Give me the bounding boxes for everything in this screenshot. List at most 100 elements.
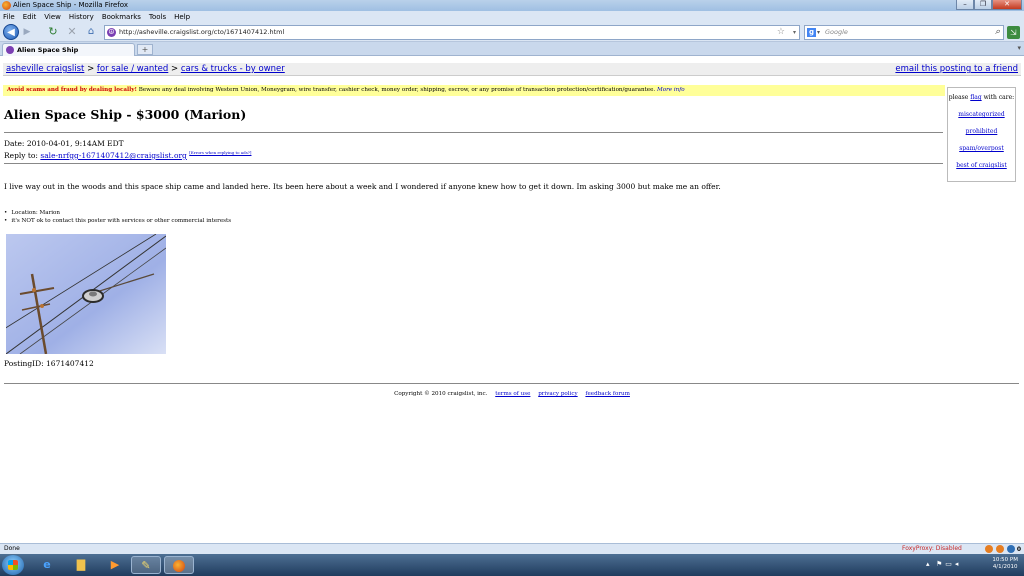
start-button[interactable] — [2, 555, 24, 575]
flag-best-of-link[interactable]: best of craigslist — [948, 162, 1015, 169]
breadcrumb-subcategory[interactable]: cars & trucks - by owner — [181, 64, 285, 74]
menu-tools[interactable]: Tools — [149, 13, 166, 21]
menu-file[interactable]: File — [3, 13, 15, 21]
address-bar[interactable]: ☮ http://asheville.craigslist.org/cto/16… — [104, 25, 800, 40]
search-icon[interactable]: ⌕ — [995, 26, 1000, 39]
flag-link[interactable]: flag — [970, 94, 981, 101]
taskbar-clock[interactable]: 10:50 PM 4/1/2010 — [992, 557, 1018, 571]
reply-label: Reply to: — [4, 151, 38, 160]
flag-box: please flag with care: miscategorized pr… — [947, 87, 1016, 182]
taskbar-ie-icon[interactable]: e — [32, 556, 62, 574]
flag-miscategorized-link[interactable]: miscategorized — [948, 111, 1015, 118]
scam-warning-headline: Avoid scams and fraud by dealing locally… — [7, 87, 137, 93]
reply-to: Reply to: sale-nrfgg-1671407412@craigsli… — [4, 150, 251, 160]
windows-taskbar: e ▇ ▶ ✎ ▴ ⚑▭◂ 10:50 PM 4/1/2010 — [0, 554, 1024, 576]
divider — [4, 132, 943, 133]
posting-date: Date: 2010-04-01, 9:14AM EDT — [4, 139, 124, 148]
windows-logo-icon — [8, 560, 18, 570]
minimize-button[interactable]: – — [956, 0, 974, 10]
list-item: Location: Marion — [4, 209, 231, 217]
tab-label: Alien Space Ship — [17, 46, 79, 54]
page-title: Alien Space Ship - $3000 (Marion) — [4, 107, 247, 122]
flag-with-care-text: with care: — [983, 94, 1015, 101]
flag-box-heading: please flag with care: — [948, 94, 1015, 101]
tab-favicon-icon — [6, 46, 14, 54]
reply-email-link[interactable]: sale-nrfgg-1671407412@craigslist.org — [40, 151, 187, 160]
window-titlebar: Alien Space Ship - Mozilla Firefox – ❐ ✕ — [0, 0, 1024, 11]
email-friend-link[interactable]: email this posting to a friend — [895, 63, 1018, 75]
breadcrumb-category[interactable]: for sale / wanted — [97, 64, 168, 74]
posting-id: PostingID: 1671407412 — [4, 359, 94, 368]
url-text: http://asheville.craigslist.org/cto/1671… — [119, 28, 285, 36]
breadcrumb: asheville craigslist > for sale / wanted… — [6, 63, 285, 75]
back-arrow-icon: ◀ — [7, 27, 15, 38]
taskbar-firefox-icon[interactable] — [164, 556, 194, 574]
system-tray: ▴ ⚑▭◂ 10:50 PM 4/1/2010 — [924, 554, 1024, 576]
addon-status-icon[interactable] — [1006, 545, 1015, 553]
search-engine-dropdown-icon[interactable]: ▾ — [817, 26, 820, 39]
window-title: Alien Space Ship - Mozilla Firefox — [13, 1, 128, 9]
home-button[interactable]: ⌂ — [85, 25, 97, 39]
divider — [4, 383, 1019, 384]
divider — [4, 163, 943, 164]
menu-edit[interactable]: Edit — [23, 13, 37, 21]
addon-icon[interactable]: ⇲ — [1007, 26, 1020, 39]
reply-errors-link[interactable]: [Errors when replying to ads?] — [189, 150, 251, 155]
url-dropdown-icon[interactable]: ▾ — [793, 26, 796, 39]
back-button[interactable]: ◀ — [3, 24, 19, 40]
breadcrumb-separator: > — [87, 64, 95, 74]
menu-bookmarks[interactable]: Bookmarks — [102, 13, 141, 21]
breadcrumb-site[interactable]: asheville craigslist — [6, 64, 84, 74]
stop-icon: ✕ — [67, 25, 77, 38]
taskbar-app-icon[interactable]: ✎ — [131, 556, 161, 574]
forward-button[interactable]: ▶ — [21, 25, 33, 39]
feedback-forum-link[interactable]: feedback forum — [585, 391, 630, 397]
posting-photo[interactable] — [6, 234, 166, 354]
menu-bar: File Edit View History Bookmarks Tools H… — [0, 11, 1024, 22]
reload-button[interactable]: ↻ — [47, 25, 59, 39]
menu-history[interactable]: History — [69, 13, 94, 21]
status-text: Done — [4, 545, 20, 552]
search-bar[interactable]: g ▾ Google ⌕ — [804, 25, 1004, 40]
posting-body: I live way out in the woods and this spa… — [4, 182, 721, 191]
search-placeholder: Google — [825, 28, 848, 36]
tab-alien-space-ship[interactable]: Alien Space Ship — [2, 43, 135, 56]
menu-help[interactable]: Help — [174, 13, 190, 21]
maximize-button[interactable]: ❐ — [974, 0, 992, 10]
copyright: Copyright © 2010 craigslist, inc. — [394, 391, 488, 397]
firefox-icon — [2, 1, 11, 10]
flag-spam-link[interactable]: spam/overpost — [948, 145, 1015, 152]
new-tab-button[interactable]: + — [137, 44, 153, 55]
scam-warning-banner: Avoid scams and fraud by dealing locally… — [3, 85, 945, 96]
home-icon: ⌂ — [87, 26, 95, 37]
alien-ship-photo-image — [6, 234, 166, 354]
bookmark-star-icon[interactable]: ☆ — [777, 26, 785, 39]
menu-view[interactable]: View — [44, 13, 61, 21]
tray-system-icons[interactable]: ⚑▭◂ — [936, 560, 961, 568]
clock-date: 4/1/2010 — [992, 564, 1018, 570]
reload-icon: ↻ — [48, 25, 58, 38]
privacy-policy-link[interactable]: privacy policy — [538, 391, 577, 397]
taskbar-folder-icon[interactable]: ▇ — [66, 556, 96, 574]
site-favicon-icon: ☮ — [107, 28, 116, 37]
flag-please-text: please — [948, 94, 969, 101]
breadcrumb-separator: > — [171, 64, 179, 74]
more-info-link[interactable]: More info — [657, 87, 685, 93]
tab-strip: Alien Space Ship + ▾ — [0, 42, 1024, 56]
foxyproxy-status[interactable]: FoxyProxy: Disabled — [902, 544, 962, 554]
flag-prohibited-link[interactable]: prohibited — [948, 128, 1015, 135]
stop-button[interactable]: ✕ — [66, 25, 78, 39]
list-all-tabs-icon[interactable]: ▾ — [1017, 44, 1021, 52]
navigation-toolbar: ◀ ▶ ↻ ✕ ⌂ ☮ http://asheville.craigslist.… — [0, 22, 1024, 42]
close-button[interactable]: ✕ — [992, 0, 1022, 10]
tray-expand-icon[interactable]: ▴ — [926, 560, 930, 568]
list-item: it's NOT ok to contact this poster with … — [4, 217, 231, 225]
addon-status-icon[interactable] — [995, 545, 1004, 553]
terms-of-use-link[interactable]: terms of use — [495, 391, 530, 397]
taskbar-media-player-icon[interactable]: ▶ — [100, 556, 130, 574]
window-controls: – ❐ ✕ — [956, 0, 1022, 10]
search-engine-icon[interactable]: g — [807, 28, 816, 37]
status-bar: Done FoxyProxy: Disabled 0 — [0, 543, 1024, 554]
addon-status-icon[interactable] — [984, 545, 993, 553]
scam-warning-text: Beware any deal involving Western Union,… — [136, 87, 657, 93]
